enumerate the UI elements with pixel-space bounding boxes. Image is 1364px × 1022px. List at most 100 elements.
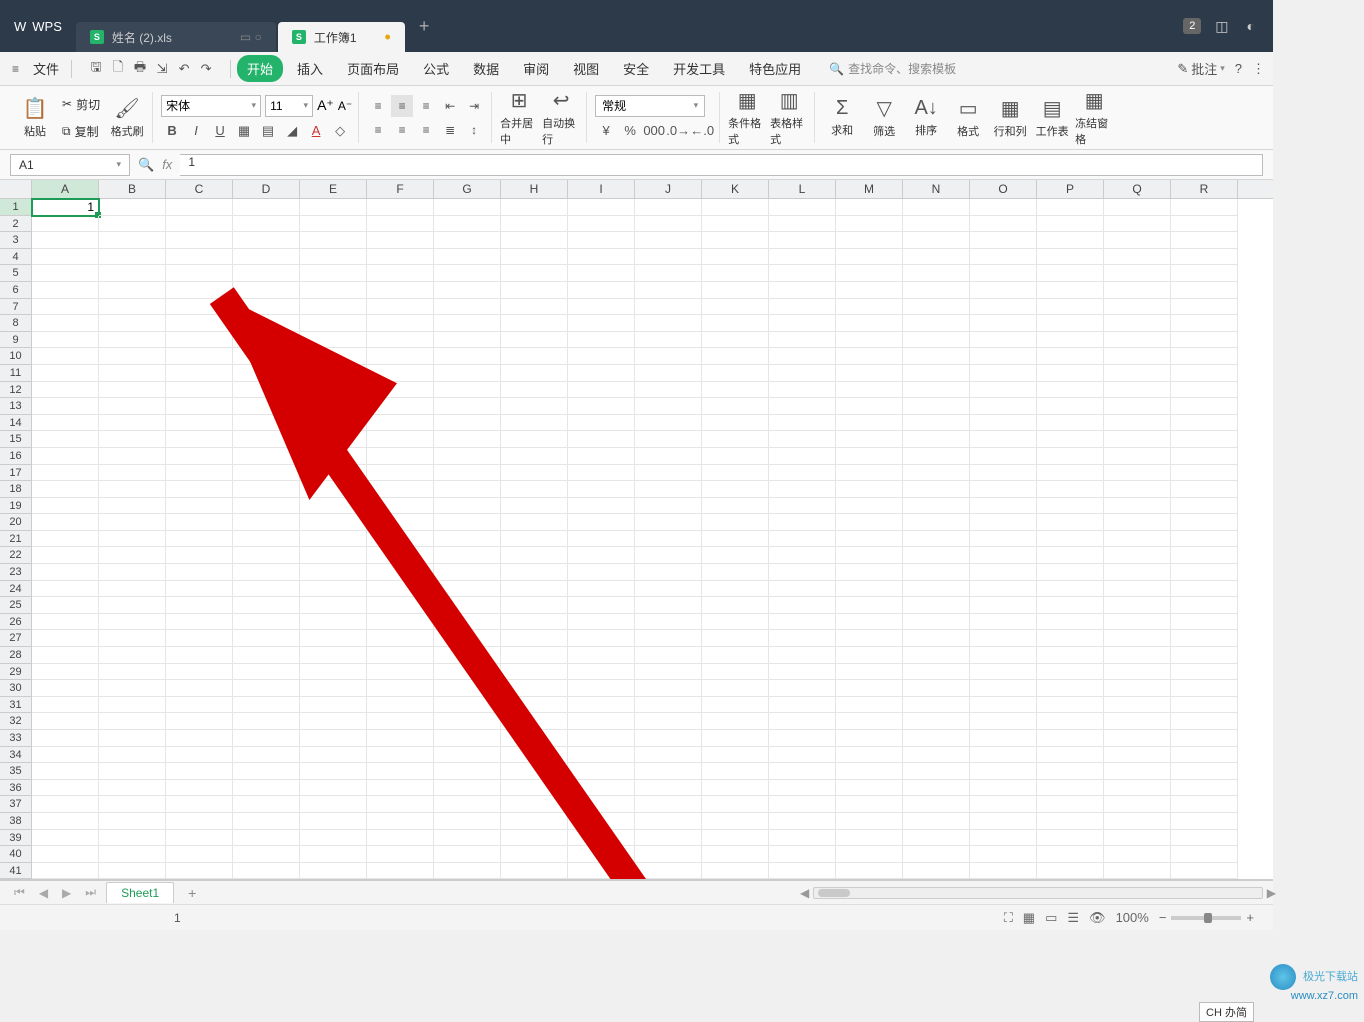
cell[interactable] xyxy=(836,265,903,282)
cell[interactable] xyxy=(300,747,367,764)
row-header[interactable]: 35 xyxy=(0,763,32,780)
column-header[interactable]: H xyxy=(501,180,568,198)
row-header[interactable]: 34 xyxy=(0,747,32,764)
cell[interactable] xyxy=(903,614,970,631)
cell[interactable] xyxy=(99,547,166,564)
row-header[interactable]: 10 xyxy=(0,348,32,365)
cell[interactable] xyxy=(501,332,568,349)
cell[interactable] xyxy=(1104,713,1171,730)
cell[interactable] xyxy=(1037,863,1104,880)
cell[interactable] xyxy=(970,564,1037,581)
cell[interactable] xyxy=(702,315,769,332)
cell[interactable] xyxy=(836,647,903,664)
cell[interactable] xyxy=(300,415,367,432)
decrease-font-icon[interactable]: A⁻ xyxy=(338,99,352,113)
align-justify-icon[interactable]: ≣ xyxy=(439,119,461,141)
cell[interactable] xyxy=(568,697,635,714)
cell[interactable] xyxy=(1104,630,1171,647)
cell[interactable] xyxy=(1037,547,1104,564)
formula-input[interactable]: 1 xyxy=(180,154,1263,176)
cell[interactable] xyxy=(568,199,635,216)
cell[interactable] xyxy=(434,547,501,564)
cell[interactable] xyxy=(568,581,635,598)
cell[interactable] xyxy=(836,431,903,448)
cell[interactable] xyxy=(1104,232,1171,249)
cell[interactable] xyxy=(903,547,970,564)
cell[interactable] xyxy=(836,796,903,813)
cell[interactable] xyxy=(233,763,300,780)
cell[interactable] xyxy=(233,664,300,681)
cell[interactable] xyxy=(367,265,434,282)
column-header[interactable]: D xyxy=(233,180,300,198)
cell[interactable] xyxy=(32,216,99,233)
merge-center-button[interactable]: ⊞ 合并居中 xyxy=(500,88,538,147)
cell[interactable] xyxy=(300,763,367,780)
cell[interactable] xyxy=(568,216,635,233)
cell[interactable] xyxy=(501,232,568,249)
cell[interactable] xyxy=(501,664,568,681)
cell[interactable] xyxy=(836,697,903,714)
cell[interactable] xyxy=(1104,730,1171,747)
cell[interactable] xyxy=(702,398,769,415)
cell[interactable] xyxy=(166,614,233,631)
cell[interactable] xyxy=(501,597,568,614)
cell[interactable] xyxy=(836,547,903,564)
cell[interactable] xyxy=(970,747,1037,764)
column-header[interactable]: B xyxy=(99,180,166,198)
cell[interactable] xyxy=(702,813,769,830)
cell[interactable] xyxy=(1104,780,1171,797)
cell[interactable] xyxy=(501,415,568,432)
cell[interactable] xyxy=(501,697,568,714)
cell[interactable] xyxy=(99,199,166,216)
new-tab-button[interactable]: + xyxy=(407,16,442,37)
cell[interactable] xyxy=(300,630,367,647)
cell[interactable] xyxy=(1037,630,1104,647)
cell[interactable] xyxy=(32,498,99,515)
cell[interactable] xyxy=(501,564,568,581)
column-header[interactable]: F xyxy=(367,180,434,198)
cell[interactable] xyxy=(836,846,903,863)
normal-view-icon[interactable]: ▦ xyxy=(1018,910,1040,926)
currency-icon[interactable]: ¥ xyxy=(595,121,617,141)
column-header[interactable]: A xyxy=(32,180,99,198)
cell[interactable] xyxy=(903,398,970,415)
sheet-nav-prev-icon[interactable]: ◀ xyxy=(35,886,52,900)
cell[interactable] xyxy=(635,747,702,764)
cell[interactable] xyxy=(970,830,1037,847)
cell[interactable] xyxy=(300,315,367,332)
cell[interactable] xyxy=(769,498,836,515)
cell[interactable] xyxy=(702,265,769,282)
cell[interactable]: 1 xyxy=(32,199,99,216)
cell[interactable] xyxy=(233,299,300,316)
cell[interactable] xyxy=(1171,249,1238,266)
cell[interactable] xyxy=(568,431,635,448)
cell[interactable] xyxy=(367,664,434,681)
cell[interactable] xyxy=(233,680,300,697)
cell[interactable] xyxy=(769,564,836,581)
cell[interactable] xyxy=(903,747,970,764)
cell[interactable] xyxy=(970,448,1037,465)
cell[interactable] xyxy=(300,465,367,482)
cell[interactable] xyxy=(300,564,367,581)
cell[interactable] xyxy=(903,581,970,598)
cell[interactable] xyxy=(367,415,434,432)
cell[interactable] xyxy=(367,199,434,216)
cell[interactable] xyxy=(166,415,233,432)
cell[interactable] xyxy=(501,431,568,448)
cell[interactable] xyxy=(367,382,434,399)
cell[interactable] xyxy=(769,630,836,647)
cell[interactable] xyxy=(1037,332,1104,349)
cell[interactable] xyxy=(702,680,769,697)
cell[interactable] xyxy=(1171,514,1238,531)
cell[interactable] xyxy=(367,597,434,614)
cell[interactable] xyxy=(233,630,300,647)
cell[interactable] xyxy=(1104,299,1171,316)
cell[interactable] xyxy=(702,531,769,548)
cell[interactable] xyxy=(1171,581,1238,598)
cell[interactable] xyxy=(32,763,99,780)
reading-view-icon[interactable]: ☰ xyxy=(1062,910,1084,926)
cell[interactable] xyxy=(166,796,233,813)
cell[interactable] xyxy=(1171,299,1238,316)
cell[interactable] xyxy=(568,415,635,432)
cell[interactable] xyxy=(501,713,568,730)
